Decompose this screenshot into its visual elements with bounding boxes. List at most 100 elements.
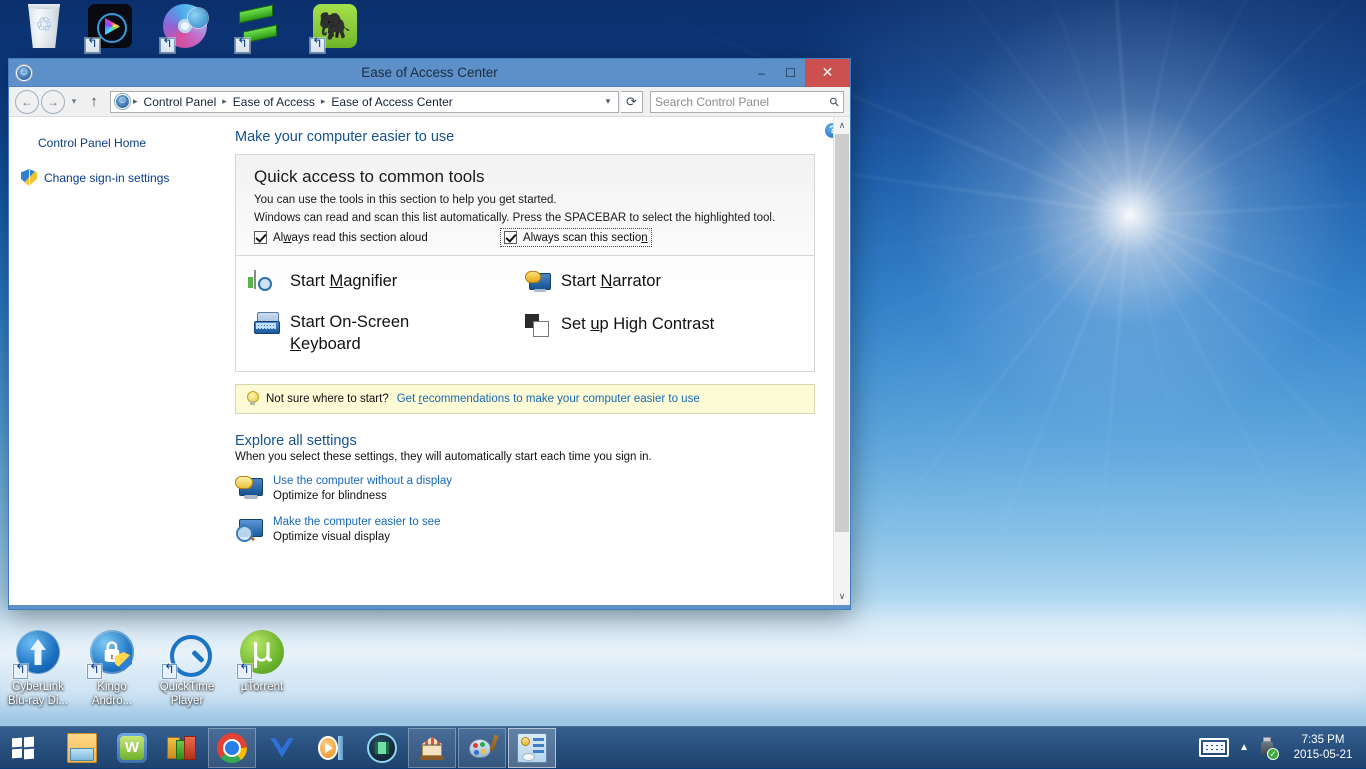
sidebar-item-label: Control Panel Home [38, 136, 147, 150]
back-button[interactable]: ← [15, 89, 39, 114]
malwarebytes-icon [267, 733, 297, 763]
shortcut-overlay-icon [162, 664, 177, 679]
taskbar-control-panel[interactable] [508, 727, 556, 768]
set-up-high-contrast-button[interactable]: Set up High Contrast [525, 313, 796, 340]
shortcut-overlay-icon [237, 664, 252, 679]
taskbar-video-converter[interactable] [358, 728, 406, 768]
start-button[interactable] [0, 727, 46, 769]
sidebar-item-change-sign-in-settings[interactable]: Change sign-in settings [9, 166, 231, 189]
breadcrumb-separator: ▸ [320, 96, 326, 106]
breadcrumb-control-panel[interactable]: Control Panel [141, 95, 220, 109]
taskbar-winrar[interactable] [158, 728, 206, 768]
scroll-up-button[interactable]: ∧ [834, 117, 850, 134]
breadcrumb-separator: ▸ [133, 96, 138, 106]
taskbar-carousel-app[interactable] [408, 727, 456, 768]
utorrent-icon [237, 630, 286, 679]
window-titlebar[interactable]: Ease of Access Center – ☐ ✕ [9, 58, 850, 87]
vertical-scrollbar[interactable]: ∧ ∨ [833, 117, 850, 605]
scroll-down-button[interactable]: ∨ [834, 588, 850, 605]
shortcut-overlay-icon [13, 664, 28, 679]
shortcut-overlay-icon [235, 38, 250, 53]
checkbox-always-read-aloud[interactable]: Always read this section aloud [254, 231, 502, 244]
explore-item-use-computer-without-display[interactable]: Use the computer without a display Optim… [235, 475, 830, 502]
touch-keyboard-icon[interactable] [1199, 738, 1230, 757]
start-on-screen-keyboard-label: Start On-Screen Keyboard [290, 313, 410, 353]
sidebar-item-label: Change sign-in settings [44, 170, 170, 185]
quick-access-desc-2: Windows can read and scan this list auto… [254, 212, 776, 224]
explore-item-make-computer-easier-to-see[interactable]: Make the computer easier to see Optimize… [235, 516, 830, 543]
start-narrator-label: Start Narrator [561, 272, 661, 290]
forward-button[interactable]: → [41, 89, 65, 114]
checkbox-label: Always read this section aloud [273, 231, 428, 244]
taskbar-file-explorer[interactable] [58, 728, 106, 768]
start-magnifier-label: Start Magnifier [290, 272, 398, 290]
minimize-button[interactable]: – [747, 59, 776, 87]
clock-time: 7:35 PM [1301, 733, 1345, 746]
tools-column-right: Start Narrator Set up High Contrast [525, 270, 796, 355]
quick-access-panel: Quick access to common tools You can use… [235, 154, 815, 372]
explore-item-sub: Optimize for blindness [273, 490, 387, 502]
winrar-icon [167, 733, 197, 763]
address-bar[interactable]: ▸ Control Panel ▸ Ease of Access ▸ Ease … [110, 90, 619, 113]
show-hidden-icons-button[interactable]: ▲ [1239, 742, 1249, 753]
desktop-icon-utorrent[interactable]: µTorrent [216, 628, 308, 695]
start-narrator-button[interactable]: Start Narrator [525, 270, 796, 297]
get-recommendations-link[interactable]: Get recommendations to make your compute… [397, 393, 700, 405]
clock[interactable]: 7:35 PM 2015-05-21 [1286, 733, 1360, 763]
maximize-button[interactable]: ☐ [776, 59, 805, 87]
wondershare-icon: W [117, 732, 147, 763]
desktop-icon-label: Player [170, 694, 204, 707]
explore-item-sub: Optimize visual display [273, 531, 390, 543]
breadcrumb-ease-of-access-center[interactable]: Ease of Access Center [328, 95, 455, 109]
page-title: Make your computer easier to use [235, 129, 455, 145]
tip-bar: Not sure where to start? Get recommendat… [235, 384, 815, 414]
media-player-icon [317, 733, 347, 763]
carousel-icon [417, 733, 447, 763]
checkbox-label: Always scan this section [523, 231, 648, 244]
checkbox-box[interactable] [504, 231, 517, 244]
desktop-icon-evernote[interactable] [289, 2, 381, 53]
refresh-button[interactable]: ⟳ [621, 90, 643, 113]
safely-remove-hardware-icon[interactable]: ✓ [1258, 736, 1279, 760]
checkbox-always-scan-section[interactable]: Always scan this section [500, 228, 652, 247]
window-bottom-strip [9, 605, 850, 609]
tools-column-left: Start Magnifier Start On-Screen Keyboard [248, 270, 525, 355]
window-body: Control Panel Home Change sign-in settin… [9, 117, 850, 605]
search-input[interactable]: Search Control Panel ⚲ [650, 90, 844, 113]
sidebar-item-control-panel-home[interactable]: Control Panel Home [9, 133, 231, 153]
scrollbar-thumb[interactable] [835, 134, 849, 532]
taskbar-wondershare[interactable]: W [108, 728, 156, 768]
shortcut-overlay-icon [87, 664, 102, 679]
breadcrumb-ease-of-access[interactable]: Ease of Access [230, 95, 318, 109]
checkbox-box[interactable] [254, 231, 267, 244]
taskbar-malwarebytes[interactable] [258, 728, 306, 768]
narrator-icon [525, 271, 551, 297]
evernote-icon [310, 4, 359, 53]
taskbar-media-player[interactable] [308, 728, 356, 768]
explore-subtext: When you select these settings, they wil… [235, 451, 652, 463]
search-icon[interactable]: ⚲ [827, 93, 843, 109]
navigation-bar: ← → ▾ ↑ ▸ Control Panel ▸ Ease of Access… [9, 87, 850, 117]
explore-all-settings-heading: Explore all settings [235, 433, 357, 449]
tip-question: Not sure where to start? [266, 393, 389, 405]
start-magnifier-button[interactable]: Start Magnifier [248, 270, 525, 297]
green-sync-icon [235, 4, 284, 53]
explore-item-link[interactable]: Use the computer without a display [273, 475, 452, 487]
recent-locations-icon[interactable]: ▾ [67, 96, 81, 107]
start-on-screen-keyboard-button[interactable]: Start On-Screen Keyboard [254, 311, 525, 355]
taskbar-paint[interactable] [458, 727, 506, 768]
quick-access-title: Quick access to common tools [254, 167, 485, 186]
up-button[interactable]: ↑ [83, 93, 105, 110]
set-up-high-contrast-label: Set up High Contrast [561, 315, 715, 333]
explore-item-link[interactable]: Make the computer easier to see [273, 516, 440, 528]
chevron-down-icon[interactable]: ▾ [600, 96, 616, 107]
quicktime-icon [162, 630, 212, 679]
taskbar: W ▲ ✓ 7:35 PM 2015-05-21 [0, 726, 1366, 768]
control-panel-icon [517, 732, 547, 763]
taskbar-google-chrome[interactable] [208, 727, 256, 768]
content-pane: ? Make your computer easier to use Quick… [231, 117, 850, 605]
ease-of-access-window: Ease of Access Center – ☐ ✕ ← → ▾ ↑ ▸ Co… [8, 58, 851, 610]
sidebar: Control Panel Home Change sign-in settin… [9, 117, 231, 605]
close-button[interactable]: ✕ [805, 58, 850, 87]
window-title: Ease of Access Center [361, 65, 498, 80]
